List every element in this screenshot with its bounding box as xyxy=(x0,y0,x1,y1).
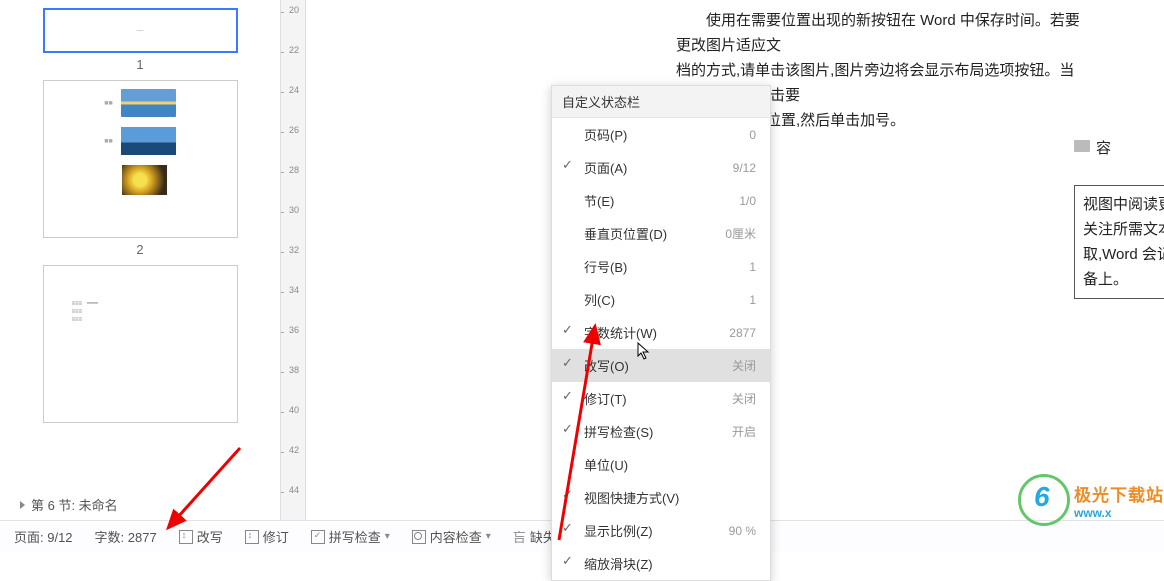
overwrite-icon xyxy=(179,530,193,544)
ruler-tick: 42 xyxy=(285,445,303,455)
section-navigator[interactable]: 第 6 节: 未命名 xyxy=(20,495,118,514)
ruler-tick: 28 xyxy=(285,165,303,175)
ruler-tick: 36 xyxy=(285,325,303,335)
ruler-tick: 44 xyxy=(285,485,303,495)
menu-item[interactable]: 单位(U) xyxy=(552,448,770,481)
ruler-tick: 24 xyxy=(285,85,303,95)
ruler-tick: 38 xyxy=(285,365,303,375)
ruler-tick: 40 xyxy=(285,405,303,415)
thumbnail-panel: — 1 ■■ ■■ 2 ≡≡≡ ━━━≡≡≡≡≡≡ 第 6 节: 未命名 xyxy=(0,0,280,520)
logo-icon xyxy=(1018,474,1070,526)
watermark-logo: 极光下载站 www.x xyxy=(1018,474,1164,526)
dropdown-icon: ▾ xyxy=(385,531,390,542)
thumb-image-icon xyxy=(122,165,167,195)
cursor-icon xyxy=(637,342,651,360)
thumbnail-page-3[interactable]: ≡≡≡ ━━━≡≡≡≡≡≡ xyxy=(43,265,238,423)
ruler-tick: 26 xyxy=(285,125,303,135)
thumb-image-icon xyxy=(121,127,176,155)
vertical-ruler: 20 22 24 26 28 30 32 34 36 38 40 42 44 xyxy=(280,0,306,520)
menu-item[interactable]: 页面(A)9/12 xyxy=(552,151,770,184)
check-icon xyxy=(311,530,325,544)
status-spellcheck[interactable]: 拼写检查▾ xyxy=(307,525,394,548)
status-overwrite[interactable]: 改写 xyxy=(175,525,227,548)
menu-item[interactable]: 修订(T)关闭 xyxy=(552,382,770,415)
menu-item[interactable]: 显示比例(Z)90 % xyxy=(552,514,770,547)
menu-item[interactable]: 视图快捷方式(V) xyxy=(552,481,770,514)
statusbar-context-menu: 自定义状态栏 页码(P)0页面(A)9/12节(E)1/0垂直页位置(D)0厘米… xyxy=(551,85,771,581)
stray-char: 容 xyxy=(1096,136,1111,161)
ruler-tick: 34 xyxy=(285,285,303,295)
menu-item[interactable]: 字数统计(W)2877 xyxy=(552,316,770,349)
revision-icon xyxy=(245,530,259,544)
dropdown-icon: ▾ xyxy=(486,531,491,542)
inline-image-icon xyxy=(1074,140,1090,152)
expand-icon xyxy=(20,501,25,509)
status-revision[interactable]: 修订 xyxy=(241,525,293,548)
menu-item[interactable]: 节(E)1/0 xyxy=(552,184,770,217)
thumb-page-num-2: 2 xyxy=(10,242,270,257)
menu-item[interactable]: 列(C)1 xyxy=(552,283,770,316)
status-page[interactable]: 页面: 9/12 xyxy=(10,525,77,548)
ruler-tick: 20 xyxy=(285,5,303,15)
menu-item[interactable]: 拼写检查(S)开启 xyxy=(552,415,770,448)
ruler-tick: 32 xyxy=(285,245,303,255)
search-icon xyxy=(412,530,426,544)
status-wordcount[interactable]: 字数: 2877 xyxy=(91,525,161,548)
ruler-tick: 30 xyxy=(285,205,303,215)
status-contentcheck[interactable]: 内容检查▾ xyxy=(408,525,495,548)
thumb-image-icon xyxy=(121,89,176,117)
ruler-tick: 22 xyxy=(285,45,303,55)
menu-item[interactable]: 垂直页位置(D)0厘米 xyxy=(552,217,770,250)
menu-item[interactable]: 改写(O)关闭 xyxy=(552,349,770,382)
thumbnail-page-2[interactable]: ■■ ■■ xyxy=(43,80,238,238)
text-box[interactable]: 视图中阅读更加容易。可以折叠文档 关注所需文本。如果在达到结尾处之 取,Word… xyxy=(1074,185,1164,299)
menu-item[interactable]: 页码(P)0 xyxy=(552,118,770,151)
menu-header: 自定义状态栏 xyxy=(552,86,770,118)
thumb-page-num-1: 1 xyxy=(10,57,270,72)
paragraph-line: 使用在需要位置出现的新按钮在 Word 中保存时间。若要更改图片适应文 xyxy=(676,8,1084,58)
thumbnail-page-1[interactable]: — xyxy=(43,8,238,53)
menu-item[interactable]: 行号(B)1 xyxy=(552,250,770,283)
